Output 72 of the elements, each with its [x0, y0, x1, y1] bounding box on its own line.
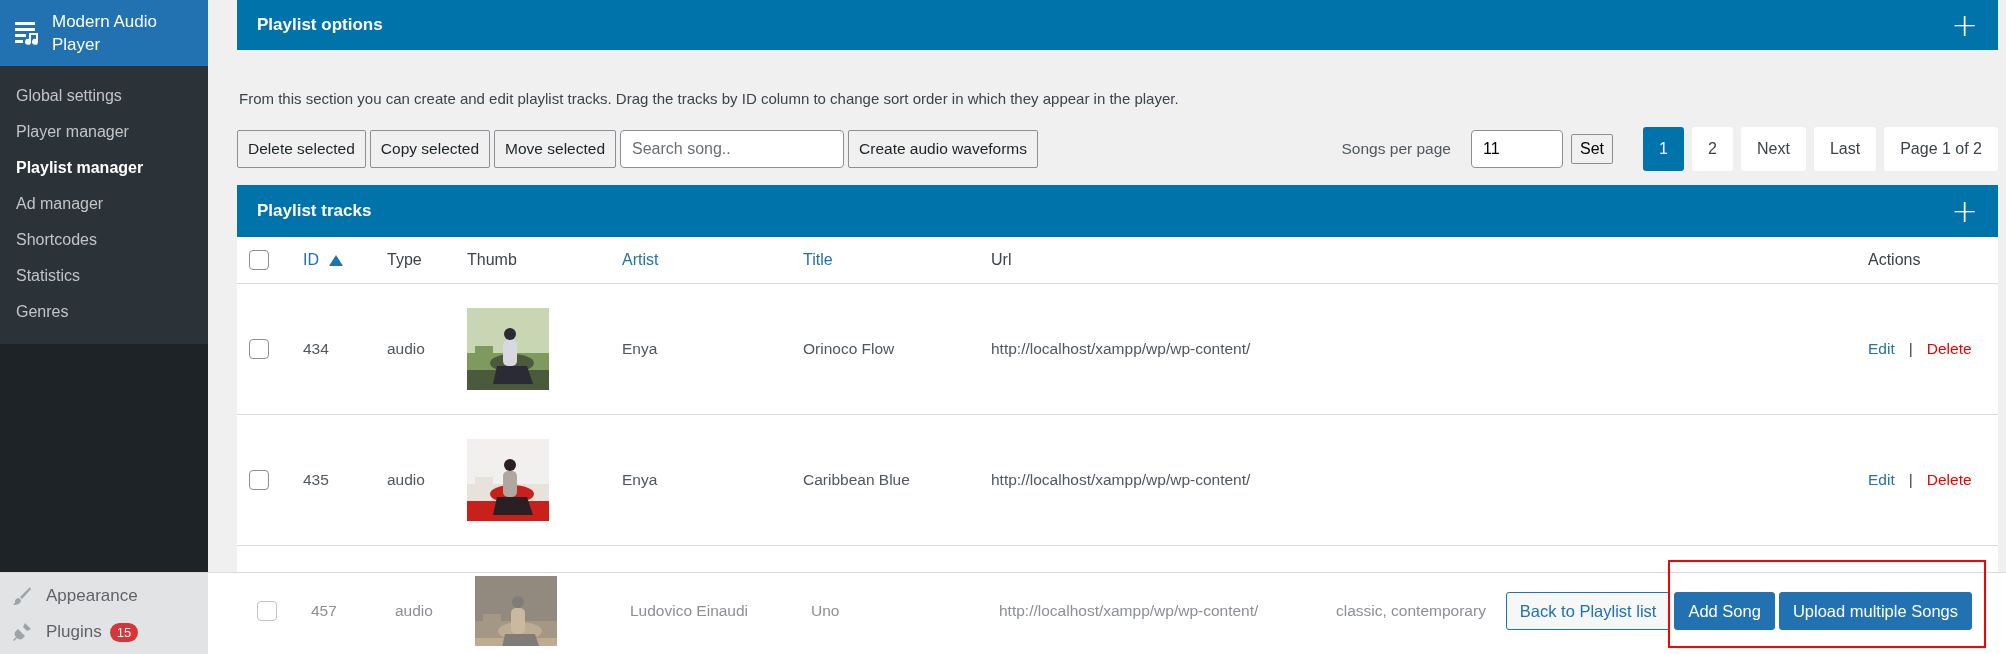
sidebar-item[interactable]: Genres — [0, 294, 208, 330]
per-page-field[interactable]: 11 — [1471, 130, 1563, 168]
pagination-button[interactable]: Next — [1741, 127, 1806, 171]
admin-menu-item[interactable]: Plugins 15 — [0, 614, 208, 650]
delete-link[interactable]: Delete — [1926, 471, 1972, 489]
checkbox[interactable] — [257, 601, 277, 621]
set-button[interactable]: Set — [1571, 134, 1613, 164]
expand-button[interactable]: + — [1951, 9, 1978, 41]
pagination-button[interactable]: 1 — [1643, 127, 1684, 171]
bulk-action-button[interactable]: Delete selected — [237, 130, 366, 168]
table-cell-text: 457 — [311, 602, 338, 620]
sidebar-item[interactable]: Shortcodes — [0, 222, 208, 258]
table-cell-text: Enya — [622, 340, 659, 358]
checkbox[interactable] — [249, 470, 269, 490]
panel-title: Playlist options — [257, 15, 383, 35]
table-cell-text: Orinoco Flow — [803, 340, 896, 358]
table-cell: classic, contemporary — [1336, 602, 1486, 620]
plugin-title: Modern Audio Player — [52, 11, 158, 56]
waveform-button[interactable]: Create audio waveforms — [848, 130, 1039, 168]
table-cell-text: http://localhost/xampp/wp/wp-content/ — [999, 602, 1260, 620]
table-cell-text: http://localhost/xampp/wp/wp-content/ — [991, 340, 1252, 358]
per-page-label: Songs per page — [1341, 140, 1451, 158]
sidebar-item[interactable]: Statistics — [0, 258, 208, 294]
bulk-action-button[interactable]: Copy selected — [369, 130, 491, 168]
count-badge: 15 — [109, 622, 139, 642]
table-cell-text: Caribbean Blue — [803, 471, 911, 489]
column-sort-link[interactable]: Artist — [622, 251, 803, 269]
edit-link[interactable]: Edit — [1868, 340, 1895, 358]
vertical-bar-text: | — [1908, 340, 1913, 358]
page-info: Page 1 of 2 — [1884, 127, 1998, 171]
menu-label: Appearance — [46, 586, 138, 606]
description: From this section you can create and edit playlist tracks. Drag the tracks by ID column to change sort order in which they appear in the player. — [238, 90, 1180, 107]
table-cell-text: http://localhost/xampp/wp/wp-content/ — [991, 471, 1252, 489]
table-cell-text: audio — [387, 340, 426, 358]
admin-menu-item[interactable]: Appearance — [0, 578, 208, 614]
sidebar-item[interactable]: Player manager — [0, 114, 208, 150]
playlist-music-icon — [14, 20, 40, 46]
sidebar-item[interactable]: Ad manager — [0, 186, 208, 222]
pagination-button[interactable]: Last — [1813, 127, 1877, 171]
sidebar-header[interactable]: Modern Audio Player — [0, 0, 208, 66]
expand-button[interactable]: + — [1951, 195, 1978, 227]
pagination-button[interactable]: 2 — [1692, 127, 1733, 171]
column-sort-link[interactable]: Title — [803, 251, 991, 269]
table-cell-text: 435 — [303, 471, 330, 489]
panel-title: Playlist tracks — [257, 201, 372, 221]
table-cell-text: Ludovico Einaudi — [630, 602, 750, 620]
delete-link[interactable]: Delete — [1926, 340, 1972, 358]
primary-button[interactable]: Upload multiple Songs — [1778, 592, 1972, 630]
column-header: Actions — [1868, 251, 1922, 269]
checkbox[interactable] — [249, 339, 269, 359]
table-cell-text: Uno — [811, 602, 841, 620]
table-cell-text: 434 — [303, 340, 330, 358]
vertical-bar-text: | — [1908, 471, 1913, 489]
menu-label: Plugins — [46, 622, 102, 642]
column-header: Url — [991, 251, 1013, 269]
sidebar-item[interactable]: Global settings — [0, 78, 208, 114]
plug-icon — [12, 622, 32, 642]
sidebar-item[interactable]: Playlist manager — [0, 150, 208, 186]
table-cell-text: audio — [387, 471, 426, 489]
sort-ascending-icon — [329, 254, 343, 266]
edit-link[interactable]: Edit — [1868, 471, 1895, 489]
bulk-action-button[interactable]: Move selected — [494, 130, 617, 168]
table-cell-text: Enya — [622, 471, 659, 489]
primary-button[interactable]: Add Song — [1674, 592, 1775, 630]
checkbox[interactable] — [249, 250, 269, 270]
table-cell-text: audio — [395, 602, 434, 620]
search-field[interactable]: Search song.. — [620, 130, 845, 168]
column-sort-link[interactable]: ID — [303, 251, 387, 269]
column-header: Thumb — [467, 251, 518, 269]
back-button[interactable]: Back to Playlist list — [1505, 592, 1671, 630]
paintbrush-icon — [12, 586, 32, 606]
column-header: Type — [387, 251, 423, 269]
